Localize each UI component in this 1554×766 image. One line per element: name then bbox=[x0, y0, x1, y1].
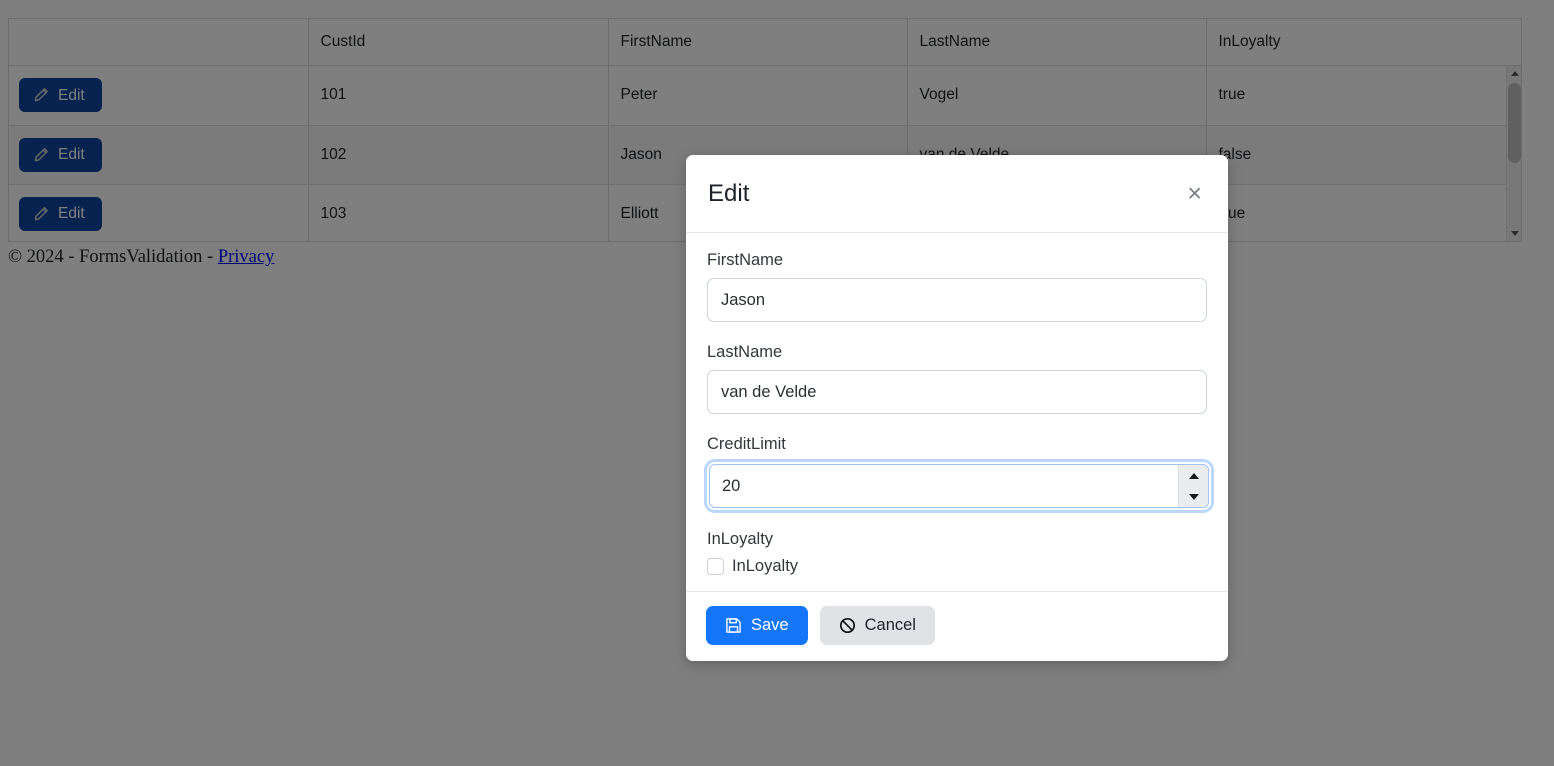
lastname-input[interactable] bbox=[707, 370, 1207, 415]
inloyalty-checkbox-label: InLoyalty bbox=[732, 556, 799, 575]
field-inloyalty: InLoyalty InLoyalty bbox=[707, 530, 1207, 575]
edit-modal: Edit × FirstName LastName CreditLimit bbox=[686, 155, 1228, 661]
creditlimit-input-wrapper bbox=[707, 462, 1211, 511]
save-icon bbox=[725, 617, 742, 634]
modal-title: Edit bbox=[708, 179, 750, 207]
modal-header: Edit × bbox=[686, 155, 1228, 233]
ban-icon bbox=[839, 617, 856, 634]
close-icon[interactable]: × bbox=[1181, 179, 1208, 208]
save-button-label: Save bbox=[751, 615, 789, 634]
creditlimit-label: CreditLimit bbox=[707, 435, 786, 454]
lastname-label: LastName bbox=[707, 343, 783, 362]
field-firstname: FirstName bbox=[707, 251, 1207, 323]
modal-footer: Save Cancel bbox=[686, 590, 1228, 661]
inloyalty-checkbox-row: InLoyalty bbox=[707, 556, 1207, 575]
field-creditlimit: CreditLimit bbox=[707, 435, 1211, 511]
stepper-down-icon[interactable] bbox=[1179, 486, 1208, 507]
field-lastname: LastName bbox=[707, 343, 1207, 415]
firstname-input[interactable] bbox=[707, 278, 1207, 323]
inloyalty-label: InLoyalty bbox=[707, 530, 774, 549]
quantity-stepper[interactable] bbox=[1178, 465, 1208, 508]
save-button[interactable]: Save bbox=[706, 605, 808, 645]
creditlimit-input[interactable] bbox=[710, 465, 1178, 508]
cancel-button[interactable]: Cancel bbox=[819, 605, 935, 645]
firstname-label: FirstName bbox=[707, 251, 784, 269]
cancel-button-label: Cancel bbox=[864, 615, 916, 634]
stepper-up-icon[interactable] bbox=[1179, 465, 1208, 486]
modal-body: FirstName LastName CreditLimit InLoyalty bbox=[686, 233, 1228, 591]
inloyalty-checkbox[interactable] bbox=[707, 557, 724, 575]
